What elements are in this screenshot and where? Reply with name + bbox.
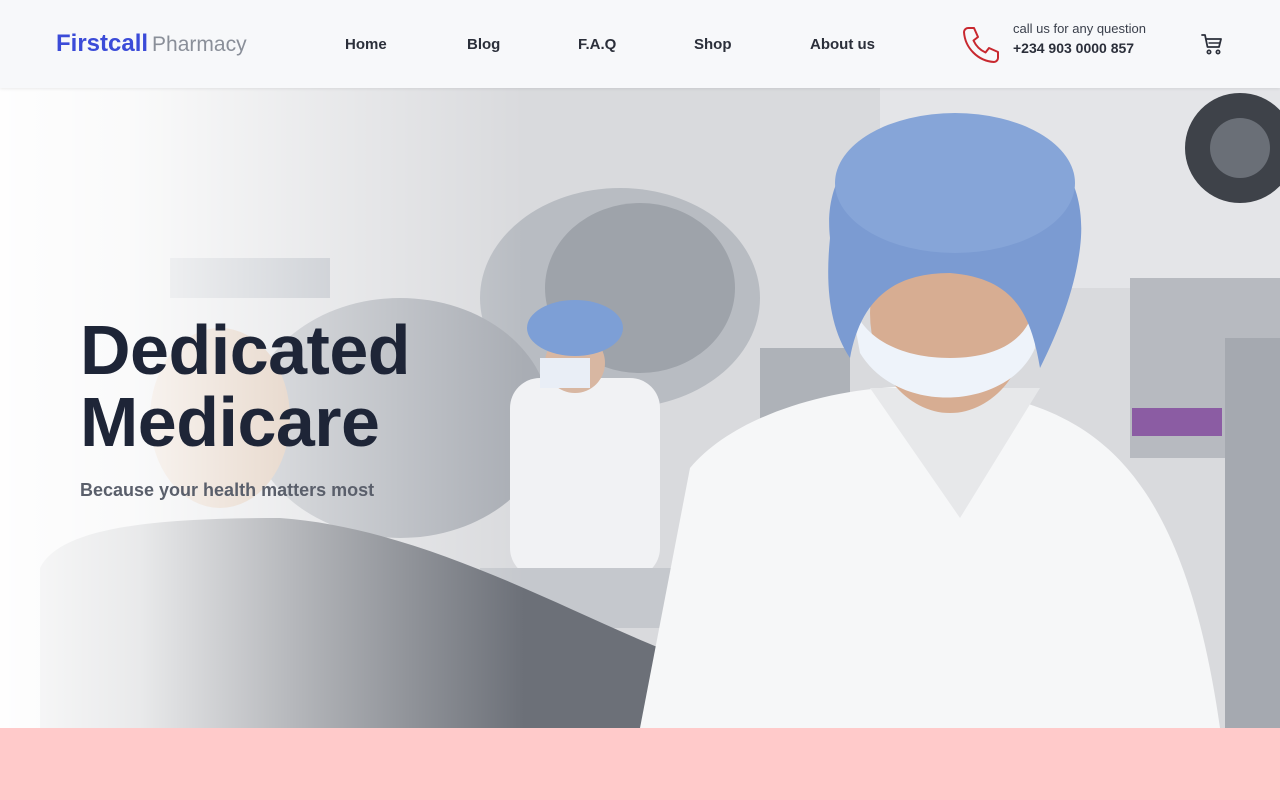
contact-info: call us for any question +234 903 0000 8… [1013,21,1146,56]
logo-sub: Pharmacy [152,33,247,56]
nav-faq[interactable]: F.A.Q [578,36,616,53]
nav-about-us[interactable]: About us [810,36,875,53]
cart-icon[interactable] [1200,32,1224,56]
contact-phone[interactable]: +234 903 0000 857 [1013,40,1146,56]
hero-title: Dedicated Medicare [80,311,411,461]
hero: Dedicated Medicare Because your health m… [0,88,1280,728]
bottom-band [0,728,1280,800]
nav-home[interactable]: Home [345,36,387,53]
nav-shop[interactable]: Shop [694,36,732,53]
phone-icon[interactable] [960,24,1002,66]
contact-prompt: call us for any question [1013,21,1146,36]
hero-title-line2: Medicare [80,383,380,461]
nav-blog[interactable]: Blog [467,36,500,53]
logo-brand: Firstcall [56,30,149,57]
site-header: Firstcall Pharmacy Home Blog F.A.Q Shop A… [0,0,1280,88]
hero-subtitle: Because your health matters most [80,480,375,500]
hero-title-line1: Dedicated [80,311,411,389]
logo[interactable]: Firstcall Pharmacy [56,30,247,58]
